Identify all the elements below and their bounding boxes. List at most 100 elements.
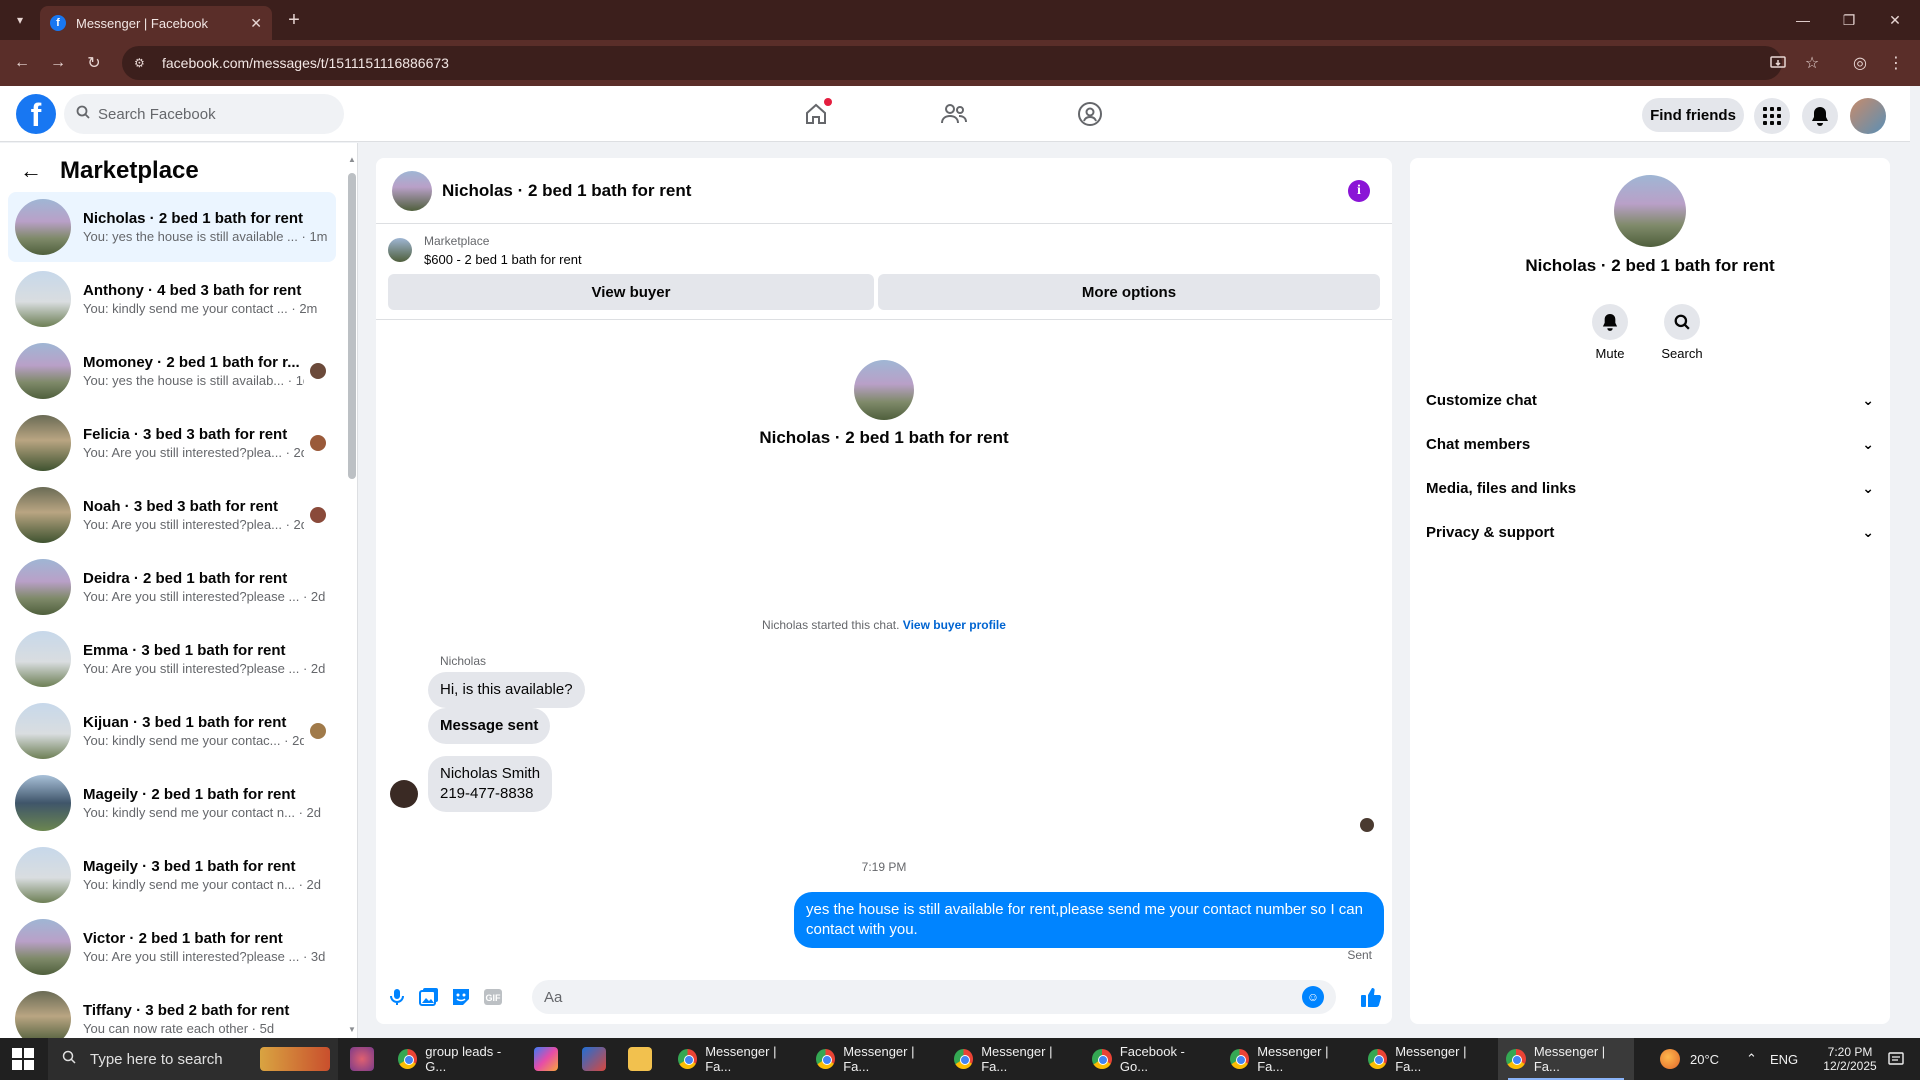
more-options-button[interactable]: More options	[878, 274, 1380, 310]
restore-icon[interactable]: ❐	[1826, 0, 1872, 40]
conversation-name: Mageily · 2 bed 1 bath for rent	[83, 786, 296, 803]
widgets-illustration-icon[interactable]	[260, 1047, 330, 1071]
microphone-icon[interactable]	[386, 986, 408, 1008]
conversation-list-scrollbar[interactable]: ▲ ▼	[348, 155, 356, 1035]
listing-price[interactable]: $600 - 2 bed 1 bath for rent	[424, 252, 582, 267]
sticker-icon[interactable]	[450, 986, 472, 1008]
taskbar-chrome-window[interactable]: Messenger | Fa...	[946, 1038, 1078, 1080]
page-scrollbar[interactable]	[1910, 86, 1920, 1038]
conversation-item[interactable]: Tiffany · 3 bed 2 bath for rent You can n…	[8, 984, 336, 1038]
conversation-time: 5d	[259, 1021, 275, 1036]
bookmark-star-icon[interactable]: ☆	[1800, 51, 1824, 75]
details-avatar[interactable]	[1614, 175, 1686, 247]
message-input[interactable]: Aa ☺	[532, 980, 1336, 1014]
conversation-item[interactable]: Noah · 3 bed 3 bath for rent You: Are you…	[8, 480, 336, 550]
conversation-item[interactable]: Mageily · 3 bed 1 bath for rent You: kind…	[8, 840, 336, 910]
new-tab-plus-icon[interactable]: +	[282, 8, 306, 32]
conversation-item[interactable]: Deidra · 2 bed 1 bath for rent You: Are y…	[8, 552, 336, 622]
incoming-message[interactable]: Message sent	[428, 708, 551, 744]
sender-avatar[interactable]	[390, 780, 418, 808]
view-buyer-profile-link[interactable]: View buyer profile	[903, 618, 1006, 632]
app-icon[interactable]	[350, 1047, 374, 1071]
search-action[interactable]: Search	[1652, 304, 1712, 361]
taskbar-chrome-window[interactable]: group leads - G...	[390, 1038, 522, 1080]
conversation-item[interactable]: Mageily · 2 bed 1 bath for rent You: kind…	[8, 768, 336, 838]
facebook-header: f Search Facebook Find friends	[0, 86, 1910, 142]
account-avatar[interactable]	[1850, 98, 1886, 134]
customize-chat-section[interactable]: Customize chat ⌄	[1426, 378, 1874, 422]
view-buyer-button[interactable]: View buyer	[388, 274, 874, 310]
conversation-item[interactable]: Felicia · 3 bed 3 bath for rent You: Are …	[8, 408, 336, 478]
tab-close-icon[interactable]: ✕	[250, 15, 262, 32]
taskbar-chrome-window[interactable]: Facebook - Go...	[1084, 1038, 1216, 1080]
menu-kebab-icon[interactable]: ⋮	[1884, 51, 1908, 75]
copilot-icon[interactable]	[534, 1047, 558, 1071]
thumbs-up-icon[interactable]	[1358, 984, 1384, 1010]
notifications-button[interactable]	[1802, 98, 1838, 134]
photo-attach-icon[interactable]	[418, 986, 440, 1008]
notification-center-icon[interactable]	[1888, 1038, 1904, 1080]
privacy-support-section[interactable]: Privacy & support ⌄	[1426, 510, 1874, 554]
reload-icon[interactable]: ↻	[82, 51, 106, 75]
taskbar-chrome-window-active[interactable]: Messenger | Fa...	[1498, 1038, 1634, 1080]
emoji-icon[interactable]: ☺	[1302, 986, 1324, 1008]
conversation-item[interactable]: Nicholas · 2 bed 1 bath for rent You: yes…	[8, 192, 336, 262]
gif-icon[interactable]: GIF	[482, 986, 504, 1008]
facebook-search-input[interactable]: Search Facebook	[64, 94, 344, 134]
contact-card-message[interactable]: Nicholas Smith 219-477-8838	[428, 756, 553, 812]
weather-widget[interactable]: 20°C	[1660, 1038, 1719, 1080]
info-icon[interactable]: i	[1348, 180, 1370, 202]
chat-members-section[interactable]: Chat members ⌄	[1426, 422, 1874, 466]
file-explorer-icon[interactable]	[628, 1047, 652, 1071]
bell-icon	[1592, 304, 1628, 340]
conversation-item[interactable]: Victor · 2 bed 1 bath for rent You: Are y…	[8, 912, 336, 982]
forward-arrow-icon[interactable]: →	[46, 51, 70, 75]
scroll-down-arrow-icon[interactable]: ▼	[348, 1025, 356, 1034]
friends-nav-button[interactable]	[934, 94, 974, 134]
taskbar-chrome-window[interactable]: Messenger | Fa...	[1222, 1038, 1354, 1080]
search-icon	[76, 105, 90, 123]
conversation-item[interactable]: Kijuan · 3 bed 1 bath for rent You: kindl…	[8, 696, 336, 766]
scroll-up-arrow-icon[interactable]: ▲	[348, 155, 356, 164]
find-friends-button[interactable]: Find friends	[1642, 98, 1744, 132]
outgoing-message[interactable]: yes the house is still available for ren…	[794, 892, 1384, 948]
tray-chevron-up-icon[interactable]: ⌃	[1746, 1038, 1757, 1080]
conversation-item[interactable]: Anthony · 4 bed 3 bath for rent You: kind…	[8, 264, 336, 334]
windows-start-icon[interactable]	[12, 1048, 34, 1070]
taskbar-clock[interactable]: 7:20 PM 12/2/2025	[1818, 1038, 1882, 1080]
tab-search-chevron-icon[interactable]: ▾	[8, 8, 32, 32]
minimize-icon[interactable]: —	[1780, 0, 1826, 40]
back-arrow-icon[interactable]: ←	[10, 51, 34, 75]
taskbar-window-title: Messenger | Fa...	[1395, 1044, 1467, 1074]
conversation-preview: You: kindly send me your contact n...	[83, 805, 295, 820]
browser-tab-messenger[interactable]: f Messenger | Facebook ✕	[40, 6, 272, 40]
chat-title[interactable]: Nicholas · 2 bed 1 bath for rent	[442, 181, 691, 201]
conversation-item[interactable]: Momoney · 2 bed 1 bath for r... You: yes …	[8, 336, 336, 406]
home-nav-button[interactable]	[796, 94, 836, 134]
groups-nav-button[interactable]	[1070, 94, 1110, 134]
taskbar-chrome-window[interactable]: Messenger | Fa...	[670, 1038, 802, 1080]
facebook-logo[interactable]: f	[16, 94, 56, 134]
scrollbar-thumb[interactable]	[348, 173, 356, 479]
conversation-preview: You: kindly send me your contact ...	[83, 301, 288, 316]
conversation-name: Anthony · 4 bed 3 bath for rent	[83, 282, 302, 299]
mute-action[interactable]: Mute	[1580, 304, 1640, 361]
conversation-item[interactable]: Emma · 3 bed 1 bath for rent You: Are you…	[8, 624, 336, 694]
install-app-icon[interactable]	[1766, 51, 1790, 75]
browser-tabbar: ▾ f Messenger | Facebook ✕ + — ❐ ✕	[0, 0, 1920, 40]
chat-avatar[interactable]	[392, 170, 432, 211]
taskbar-chrome-window[interactable]: Messenger | Fa...	[808, 1038, 940, 1080]
incoming-message[interactable]: Hi, is this available?	[428, 672, 585, 708]
menu-grid-button[interactable]	[1754, 98, 1790, 134]
profile-icon[interactable]: ◎	[1848, 51, 1872, 75]
conversation-preview: You: Are you still interested?please ...	[83, 589, 300, 604]
language-indicator[interactable]: ENG	[1770, 1038, 1798, 1080]
site-info-icon[interactable]: ⚙	[134, 56, 148, 70]
app-icon[interactable]	[582, 1047, 606, 1071]
taskbar-chrome-window[interactable]: Messenger | Fa...	[1360, 1038, 1492, 1080]
window-close-icon[interactable]: ✕	[1872, 0, 1918, 40]
address-bar[interactable]: ⚙ facebook.com/messages/t/15111511168866…	[122, 46, 1782, 80]
facebook-favicon-icon: f	[50, 15, 66, 31]
back-arrow-icon[interactable]: ←	[20, 158, 42, 184]
media-files-links-section[interactable]: Media, files and links ⌄	[1426, 466, 1874, 510]
